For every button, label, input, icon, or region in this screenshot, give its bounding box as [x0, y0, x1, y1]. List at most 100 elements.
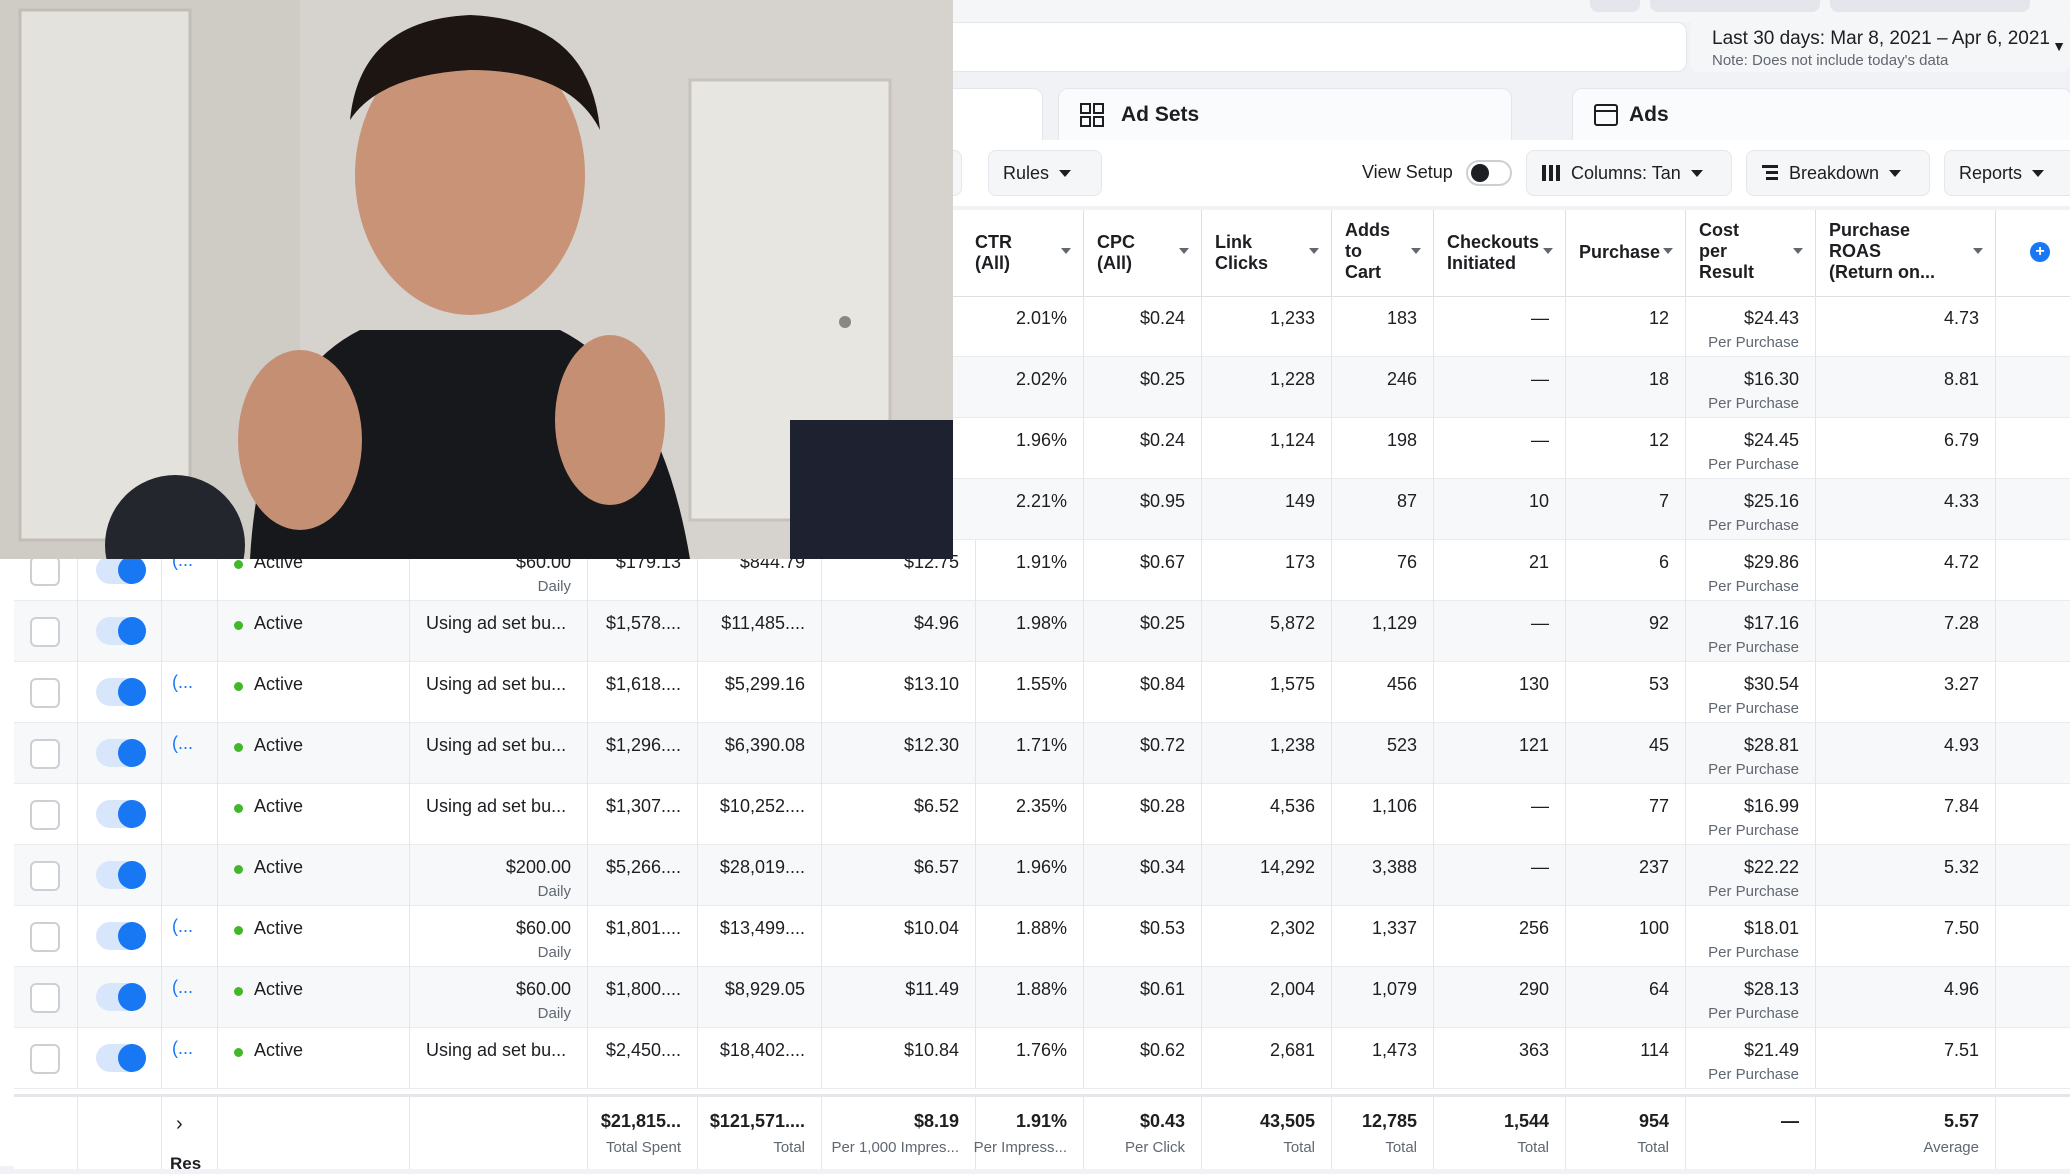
column-header-cpc[interactable]: CPC (All) — [1084, 210, 1202, 296]
total-value: $121,571.... Total — [698, 1097, 822, 1169]
cell-budget: Using ad set bu... — [410, 784, 588, 845]
column-header-checkouts[interactable]: Checkouts Initiated — [1434, 210, 1566, 296]
cell-ctr: 2.35% — [962, 784, 1084, 845]
row-checkbox[interactable] — [30, 983, 60, 1013]
cell-cpc: $0.53 — [1084, 906, 1202, 967]
delivery-toggle[interactable] — [96, 556, 146, 584]
cell-cpr: $28.81 Per Purchase — [1686, 723, 1816, 784]
cell-ctr: 1.55% — [962, 662, 1084, 723]
columns-button[interactable]: Columns: Tan — [1526, 150, 1732, 196]
table-row[interactable]: Active $200.00 Daily $5,266.... $28,019.... $… — [14, 845, 2070, 906]
status-dot-icon — [234, 1048, 243, 1057]
delivery-toggle[interactable] — [96, 800, 146, 828]
cell-select — [14, 784, 78, 845]
row-checkbox[interactable] — [30, 800, 60, 830]
table-row[interactable]: (... Active Using ad set bu... $2,450.... $1… — [14, 1028, 2070, 1089]
breakdown-button[interactable]: Breakdown — [1746, 150, 1930, 196]
row-checkbox[interactable] — [30, 861, 60, 891]
cell-purchases: 53 — [1566, 662, 1686, 723]
top-button[interactable] — [1590, 0, 1640, 12]
cell-atc: 246 — [1332, 357, 1434, 418]
cell-cpr: $18.01 Per Purchase — [1686, 906, 1816, 967]
table-row[interactable]: Active Using ad set bu... $1,307.... $10,25… — [14, 784, 2070, 845]
cell-ctr: 2.01% — [962, 296, 1084, 357]
reports-button[interactable]: Reports — [1944, 150, 2070, 196]
row-checkbox[interactable] — [30, 922, 60, 952]
cell-checkouts: 290 — [1434, 967, 1566, 1028]
sort-icon — [1663, 248, 1673, 254]
delivery-toggle[interactable] — [96, 617, 146, 645]
tab-ad-sets[interactable]: Ad Sets — [1058, 88, 1512, 141]
column-header-adds-to-cart[interactable]: Adds to Cart — [1332, 210, 1434, 296]
cell-clicks: 14,292 — [1202, 845, 1332, 906]
rules-button[interactable]: Rules — [988, 150, 1102, 196]
row-checkbox[interactable] — [30, 739, 60, 769]
tab-ads[interactable]: Ads — [1572, 88, 2070, 141]
chevron-down-icon: ▼ — [2052, 38, 2066, 54]
cell-cpr: $17.16 Per Purchase — [1686, 601, 1816, 662]
delivery-toggle[interactable] — [96, 983, 146, 1011]
column-header-ctr[interactable]: CTR (All) — [962, 210, 1084, 296]
row-checkbox[interactable] — [30, 556, 60, 586]
cell-ctr: 1.96% — [962, 418, 1084, 479]
ad-set-name-link[interactable]: (... — [172, 916, 193, 937]
tab-campaigns[interactable] — [950, 88, 1043, 141]
top-button[interactable] — [1650, 0, 1820, 12]
cell-select — [14, 1028, 78, 1089]
row-checkbox[interactable] — [30, 617, 60, 647]
column-header-cost-per-result[interactable]: Cost per Result — [1686, 210, 1816, 296]
delivery-toggle[interactable] — [96, 861, 146, 889]
delivery-toggle[interactable] — [96, 1044, 146, 1072]
cell-spent: $1,800.... — [588, 967, 698, 1028]
cell-budget: Using ad set bu... — [410, 723, 588, 784]
cell-toggle — [78, 662, 162, 723]
row-checkbox[interactable] — [30, 1044, 60, 1074]
cell-purchases: 7 — [1566, 479, 1686, 540]
cell-checkouts: 130 — [1434, 662, 1566, 723]
ad-set-name-link[interactable]: (... — [172, 1038, 193, 1059]
view-setup-toggle[interactable] — [1466, 160, 1512, 186]
delivery-toggle[interactable] — [96, 739, 146, 767]
search-filter-bar[interactable] — [940, 22, 1687, 72]
total-checkouts: 1,544 Total — [1434, 1097, 1566, 1169]
columns-icon — [1542, 165, 1560, 181]
ad-set-name-link[interactable]: (... — [172, 977, 193, 998]
cell-checkouts: — — [1434, 845, 1566, 906]
ad-set-name-link[interactable]: (... — [172, 733, 193, 754]
chevron-down-icon — [2032, 169, 2045, 177]
add-column-icon[interactable]: + — [2030, 242, 2050, 262]
total-cost-per-result: — — [1686, 1097, 1816, 1169]
status-label: Active — [254, 857, 304, 877]
total-cpc: $0.43 Per Click — [1084, 1097, 1202, 1169]
cell-clicks: 1,238 — [1202, 723, 1332, 784]
delivery-toggle[interactable] — [96, 922, 146, 950]
sort-icon — [1411, 248, 1421, 254]
table-row[interactable]: (... Active $60.00 Daily $1,801.... $13,499..… — [14, 906, 2070, 967]
table-row[interactable]: (... Active Using ad set bu... $1,296.... $6… — [14, 723, 2070, 784]
cell-name — [162, 845, 218, 906]
column-header-purchases[interactable]: Purchase — [1566, 210, 1686, 296]
top-button[interactable] — [1830, 0, 2030, 12]
cell-cpc: $0.34 — [1084, 845, 1202, 906]
cell-delivery: Active — [218, 723, 410, 784]
ad-set-name-link[interactable]: (... — [172, 672, 193, 693]
cell-roas: 7.50 — [1816, 906, 1996, 967]
cell-purchases: 64 — [1566, 967, 1686, 1028]
cell-select — [14, 906, 78, 967]
delivery-toggle[interactable] — [96, 678, 146, 706]
date-range-picker[interactable]: Last 30 days: Mar 8, 2021 – Apr 6, 2021 … — [1690, 20, 2070, 72]
column-header-link-clicks[interactable]: Link Clicks — [1202, 210, 1332, 296]
cell-delivery: Active — [218, 845, 410, 906]
cell-name: (... — [162, 1028, 218, 1089]
table-row[interactable]: Active Using ad set bu... $1,578.... $11,48… — [14, 601, 2070, 662]
row-checkbox[interactable] — [30, 678, 60, 708]
table-row[interactable]: (... Active Using ad set bu... $1,618.... $5… — [14, 662, 2070, 723]
cell-atc: 198 — [1332, 418, 1434, 479]
column-header-purchase-roas[interactable]: Purchase ROAS (Return on... — [1816, 210, 1996, 296]
cell-name — [162, 601, 218, 662]
cell-toggle — [78, 723, 162, 784]
table-row[interactable]: (... Active $60.00 Daily $1,800.... $8,929.05… — [14, 967, 2070, 1028]
status-dot-icon — [234, 621, 243, 630]
cell-budget: $200.00 Daily — [410, 845, 588, 906]
cell-budget: Using ad set bu... — [410, 601, 588, 662]
